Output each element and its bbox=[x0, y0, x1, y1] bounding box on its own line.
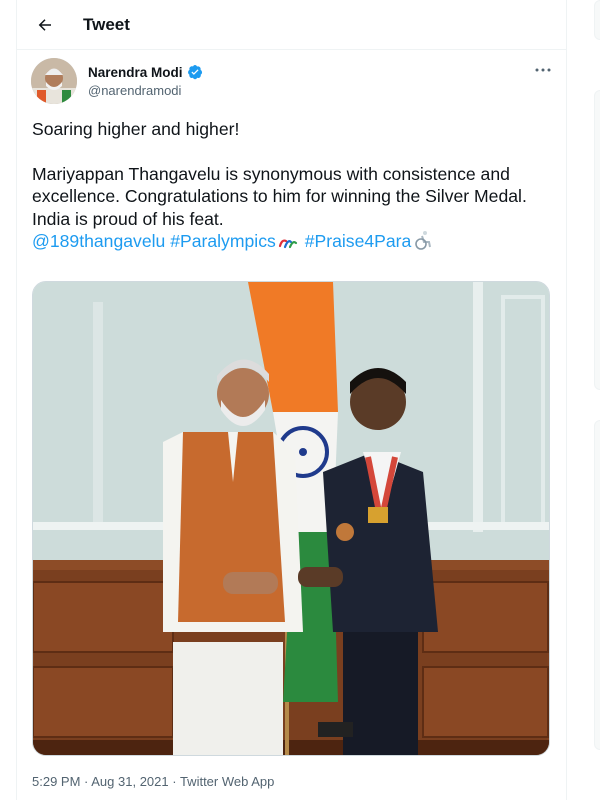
tweet-time[interactable]: 5:29 PM bbox=[32, 774, 80, 789]
back-button[interactable] bbox=[27, 7, 63, 43]
mention-link[interactable]: @189thangavelu bbox=[32, 231, 165, 251]
more-button[interactable] bbox=[532, 62, 554, 78]
display-name[interactable]: Narendra Modi bbox=[88, 65, 183, 80]
tweet-date[interactable]: Aug 31, 2021 bbox=[91, 774, 168, 789]
verified-badge-icon bbox=[187, 65, 202, 80]
hashtag-praise4para[interactable]: #Praise4Para bbox=[305, 231, 412, 251]
meta-separator: · bbox=[80, 774, 92, 789]
tweet-source[interactable]: Twitter Web App bbox=[180, 774, 274, 789]
page-title: Tweet bbox=[83, 14, 130, 34]
paralympics-agitos-emoji bbox=[278, 239, 297, 249]
hashtag-paralympics[interactable]: #Paralympics bbox=[170, 231, 276, 251]
tweet-header: Tweet bbox=[17, 0, 566, 50]
author-names: Narendra Modi @narendramodi bbox=[88, 64, 203, 98]
tweet-author: Narendra Modi @narendramodi bbox=[31, 58, 556, 106]
wheelchair-emoji bbox=[415, 231, 432, 250]
search-box-edge[interactable] bbox=[594, 0, 600, 40]
tweet-meta: 5:29 PM · Aug 31, 2021 · Twitter Web App bbox=[32, 774, 274, 789]
tweet-text: Soaring higher and higher! Mariyappan Th… bbox=[32, 118, 557, 253]
right-sidebar bbox=[572, 0, 600, 800]
more-dots-icon bbox=[535, 68, 551, 72]
meta-separator: · bbox=[168, 774, 180, 789]
trends-panel-edge bbox=[594, 90, 600, 390]
display-name-row: Narendra Modi bbox=[88, 64, 203, 80]
tweet-body: Mariyappan Thangavelu is synonymous with… bbox=[32, 163, 557, 253]
tweet-body-text: Mariyappan Thangavelu is synonymous with… bbox=[32, 163, 527, 229]
tweet-line-1: Soaring higher and higher! bbox=[32, 119, 240, 139]
author-handle[interactable]: @narendramodi bbox=[88, 83, 203, 98]
arrow-left-icon bbox=[38, 18, 51, 31]
tweet-photo[interactable] bbox=[32, 281, 550, 756]
who-to-follow-panel-edge bbox=[594, 420, 600, 750]
avatar[interactable] bbox=[31, 58, 77, 104]
tweet-column: Tweet Narendra Modi @narendramodi Soarin… bbox=[16, 0, 567, 800]
